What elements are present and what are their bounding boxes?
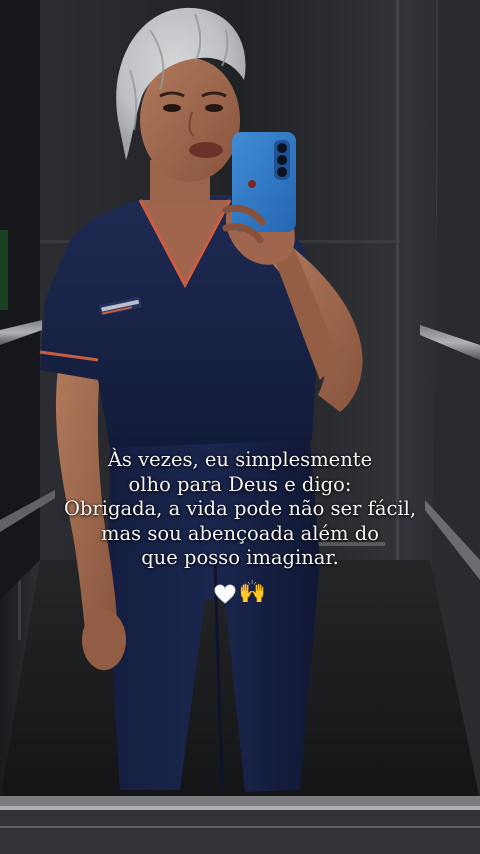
elevator-mirror-selfie-photo [0,0,480,854]
caption-line: Às vezes, eu simplesmente [107,448,373,471]
caption-line: que posso imaginar. [141,546,339,569]
caption-line: olho para Deus e digo: [128,472,352,496]
photo-vignette [0,0,480,854]
emoji-row: 🙌 [0,578,480,608]
caption-line: mas sou abençoada além do [101,521,379,545]
story-caption: Às vezes, eu simplesmente olho para Deus… [0,448,480,571]
raising-hands-icon: 🙌 [238,580,267,605]
white-heart-icon [214,583,236,604]
caption-line: Obrigada, a vida pode não ser fácil, [63,497,417,520]
